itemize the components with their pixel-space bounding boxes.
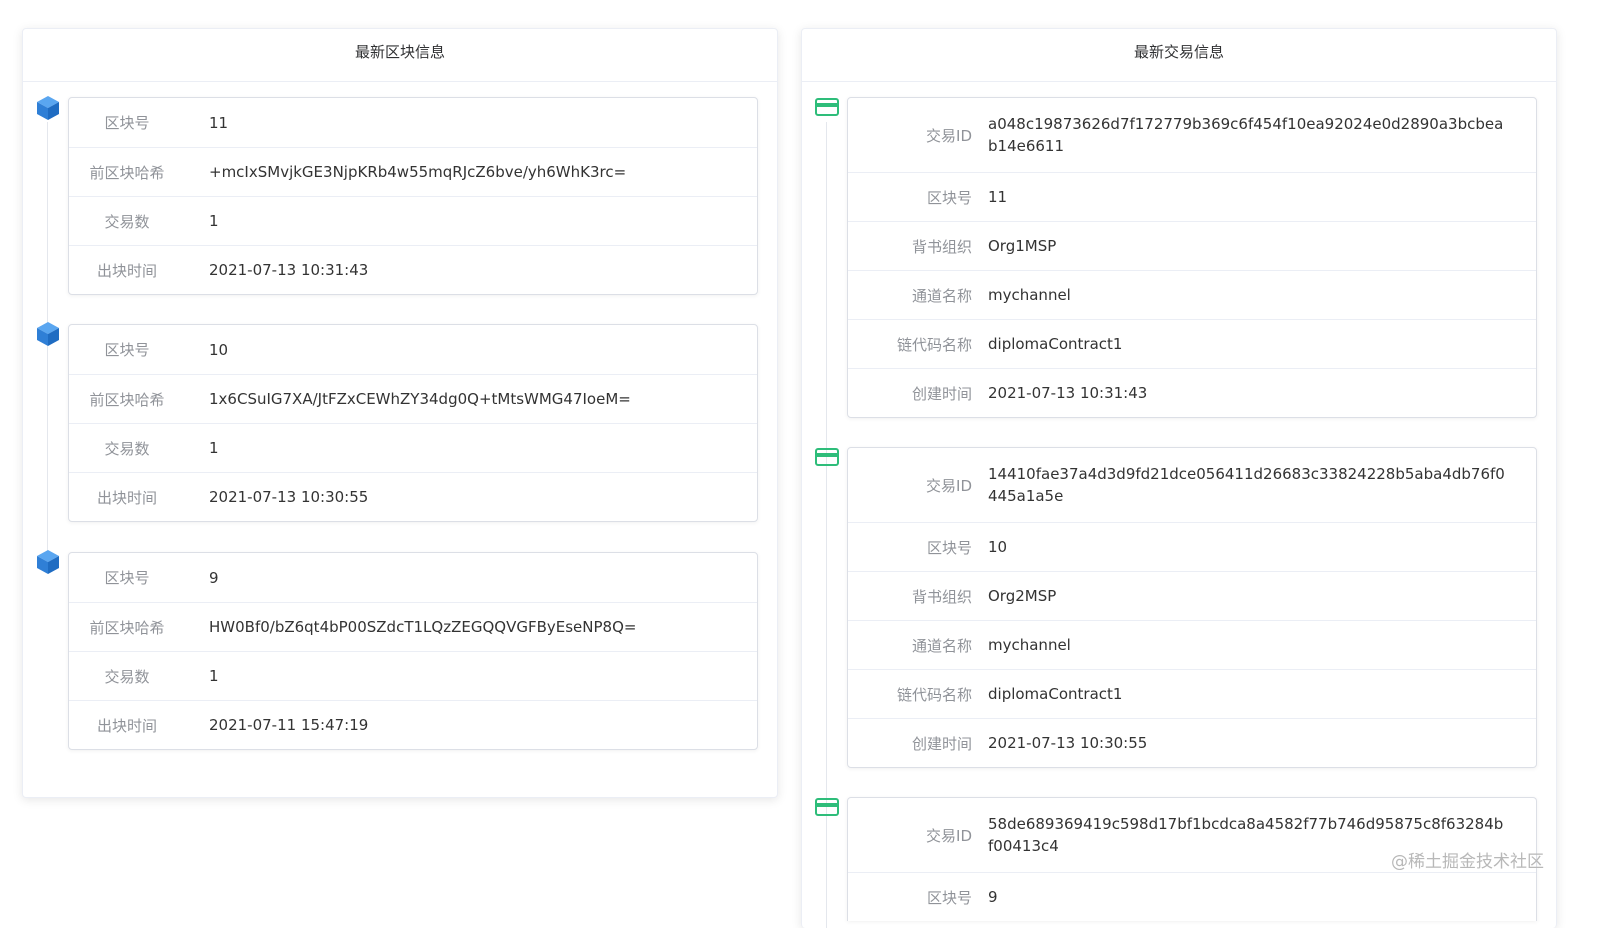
cube-icon [37,96,59,120]
block-number-label: 区块号 [104,569,150,587]
block-time-row: 出块时间 2021-07-13 10:31:43 [69,245,757,294]
block-number-value: 10 [209,340,229,359]
latest-blocks-title: 最新区块信息 [23,29,777,82]
prev-hash-label: 前区块哈希 [89,163,165,182]
tx-org-row: 背书组织 Org1MSP [848,221,1536,270]
tx-id-row: 交易ID a048c19873626d7f172779b369c6f454f10… [848,98,1536,172]
tx-id-value: a048c19873626d7f172779b369c6f454f10ea920… [988,115,1504,155]
card-icon [815,98,839,116]
tx-time-label: 创建时间 [911,384,972,403]
tx-chaincode-value: diplomaContract1 [988,685,1123,703]
tx-block-value: 11 [988,188,1008,206]
card-icon [815,798,839,816]
block-time-label: 出块时间 [96,488,157,507]
tx-channel-row: 通道名称 mychannel [848,620,1536,669]
card-icon [815,448,839,466]
tx-count-row: 交易数 1 [69,196,757,245]
tx-count-row: 交易数 1 [69,423,757,472]
block-card[interactable]: 区块号 11 前区块哈希 +mcIxSMvjkGE3NjpKRb4w55mqRJ… [68,97,758,295]
tx-org-row: 背书组织 Org2MSP [848,571,1536,620]
tx-time-value: 2021-07-13 10:31:43 [988,384,1148,402]
tx-block-value: 10 [988,538,1008,556]
tx-time-label: 创建时间 [911,734,972,753]
tx-channel-value: mychannel [988,286,1071,304]
tx-count-label: 交易数 [104,439,150,458]
block-number-value: 9 [209,568,219,587]
tx-channel-label: 通道名称 [911,636,972,655]
block-time-row: 出块时间 2021-07-11 15:47:19 [69,700,757,749]
block-number-row: 区块号 10 [69,325,757,374]
latest-transactions-title: 最新交易信息 [802,29,1556,82]
tx-id-label: 交易ID [926,826,972,845]
prev-hash-value: 1x6CSuIG7XA/JtFZxCEWhZY34dg0Q+tMtsWMG47I… [209,390,631,408]
transaction-card[interactable]: 交易ID a048c19873626d7f172779b369c6f454f10… [847,97,1537,418]
prev-hash-value: HW0Bf0/bZ6qt4bP00SZdcT1LQzZEGQQVGFByEseN… [209,618,637,636]
tx-org-value: Org2MSP [988,587,1057,605]
block-time-value: 2021-07-11 15:47:19 [209,716,369,734]
block-time-value: 2021-07-13 10:31:43 [209,261,369,279]
block-number-row: 区块号 9 [69,553,757,602]
tx-block-row: 区块号 11 [848,172,1536,221]
transaction-card[interactable]: 交易ID 14410fae37a4d3d9fd21dce056411d26683… [847,447,1537,768]
tx-org-label: 背书组织 [911,587,972,606]
tx-channel-row: 通道名称 mychannel [848,270,1536,319]
cube-icon [37,322,59,346]
prev-hash-row: 前区块哈希 HW0Bf0/bZ6qt4bP00SZdcT1LQzZEGQQVGF… [69,602,757,651]
block-card[interactable]: 区块号 10 前区块哈希 1x6CSuIG7XA/JtFZxCEWhZY34dg… [68,324,758,522]
tx-count-row: 交易数 1 [69,651,757,700]
tx-chaincode-value: diplomaContract1 [988,335,1123,353]
prev-hash-value: +mcIxSMvjkGE3NjpKRb4w55mqRJcZ6bve/yh6WhK… [209,163,627,181]
tx-count-label: 交易数 [104,212,150,231]
tx-org-value: Org1MSP [988,237,1057,255]
tx-chaincode-row: 链代码名称 diplomaContract1 [848,319,1536,368]
blocks-timeline: 区块号 11 前区块哈希 +mcIxSMvjkGE3NjpKRb4w55mqRJ… [23,82,777,797]
tx-count-value: 1 [209,439,219,457]
tx-count-label: 交易数 [104,667,150,686]
tx-chaincode-label: 链代码名称 [896,335,972,354]
block-time-label: 出块时间 [96,261,157,280]
block-number-label: 区块号 [104,341,150,359]
tx-time-row: 创建时间 2021-07-13 10:30:55 [848,718,1536,767]
tx-block-label: 区块号 [926,538,972,557]
tx-time-value: 2021-07-13 10:30:55 [988,734,1148,752]
block-number-row: 区块号 11 [69,98,757,147]
block-number-value: 11 [209,113,229,132]
block-time-value: 2021-07-13 10:30:55 [209,488,369,506]
block-time-row: 出块时间 2021-07-13 10:30:55 [69,472,757,521]
tx-block-value: 9 [988,888,998,906]
tx-block-row: 区块号 10 [848,522,1536,571]
prev-hash-row: 前区块哈希 1x6CSuIG7XA/JtFZxCEWhZY34dg0Q+tMts… [69,374,757,423]
tx-channel-label: 通道名称 [911,286,972,305]
latest-transactions-panel: 最新交易信息 交易ID a048c19873626d7f172779b369c6… [801,28,1557,928]
block-card[interactable]: 区块号 9 前区块哈希 HW0Bf0/bZ6qt4bP00SZdcT1LQzZE… [68,552,758,750]
block-number-label: 区块号 [104,114,150,132]
latest-blocks-panel: 最新区块信息 区块号 11 前区块哈希 +mcIxSMvjkGE3NjpKRb4… [22,28,778,798]
tx-id-value: 14410fae37a4d3d9fd21dce056411d26683c3382… [988,465,1505,505]
tx-id-label: 交易ID [926,126,972,145]
prev-hash-row: 前区块哈希 +mcIxSMvjkGE3NjpKRb4w55mqRJcZ6bve/… [69,147,757,196]
tx-chaincode-label: 链代码名称 [896,685,972,704]
transactions-timeline: 交易ID a048c19873626d7f172779b369c6f454f10… [802,82,1556,928]
prev-hash-label: 前区块哈希 [89,390,165,409]
watermark: @稀土掘金技术社区 [1391,852,1544,872]
tx-block-label: 区块号 [926,888,972,907]
tx-id-row: 交易ID 14410fae37a4d3d9fd21dce056411d26683… [848,448,1536,522]
tx-id-label: 交易ID [926,476,972,495]
tx-chaincode-row: 链代码名称 diplomaContract1 [848,669,1536,718]
tx-time-row: 创建时间 2021-07-13 10:31:43 [848,368,1536,417]
tx-org-label: 背书组织 [911,237,972,256]
block-time-label: 出块时间 [96,716,157,735]
cube-icon [37,550,59,574]
tx-channel-value: mychannel [988,636,1071,654]
tx-count-value: 1 [209,212,219,230]
prev-hash-label: 前区块哈希 [89,618,165,637]
tx-count-value: 1 [209,667,219,685]
tx-block-label: 区块号 [926,188,972,207]
